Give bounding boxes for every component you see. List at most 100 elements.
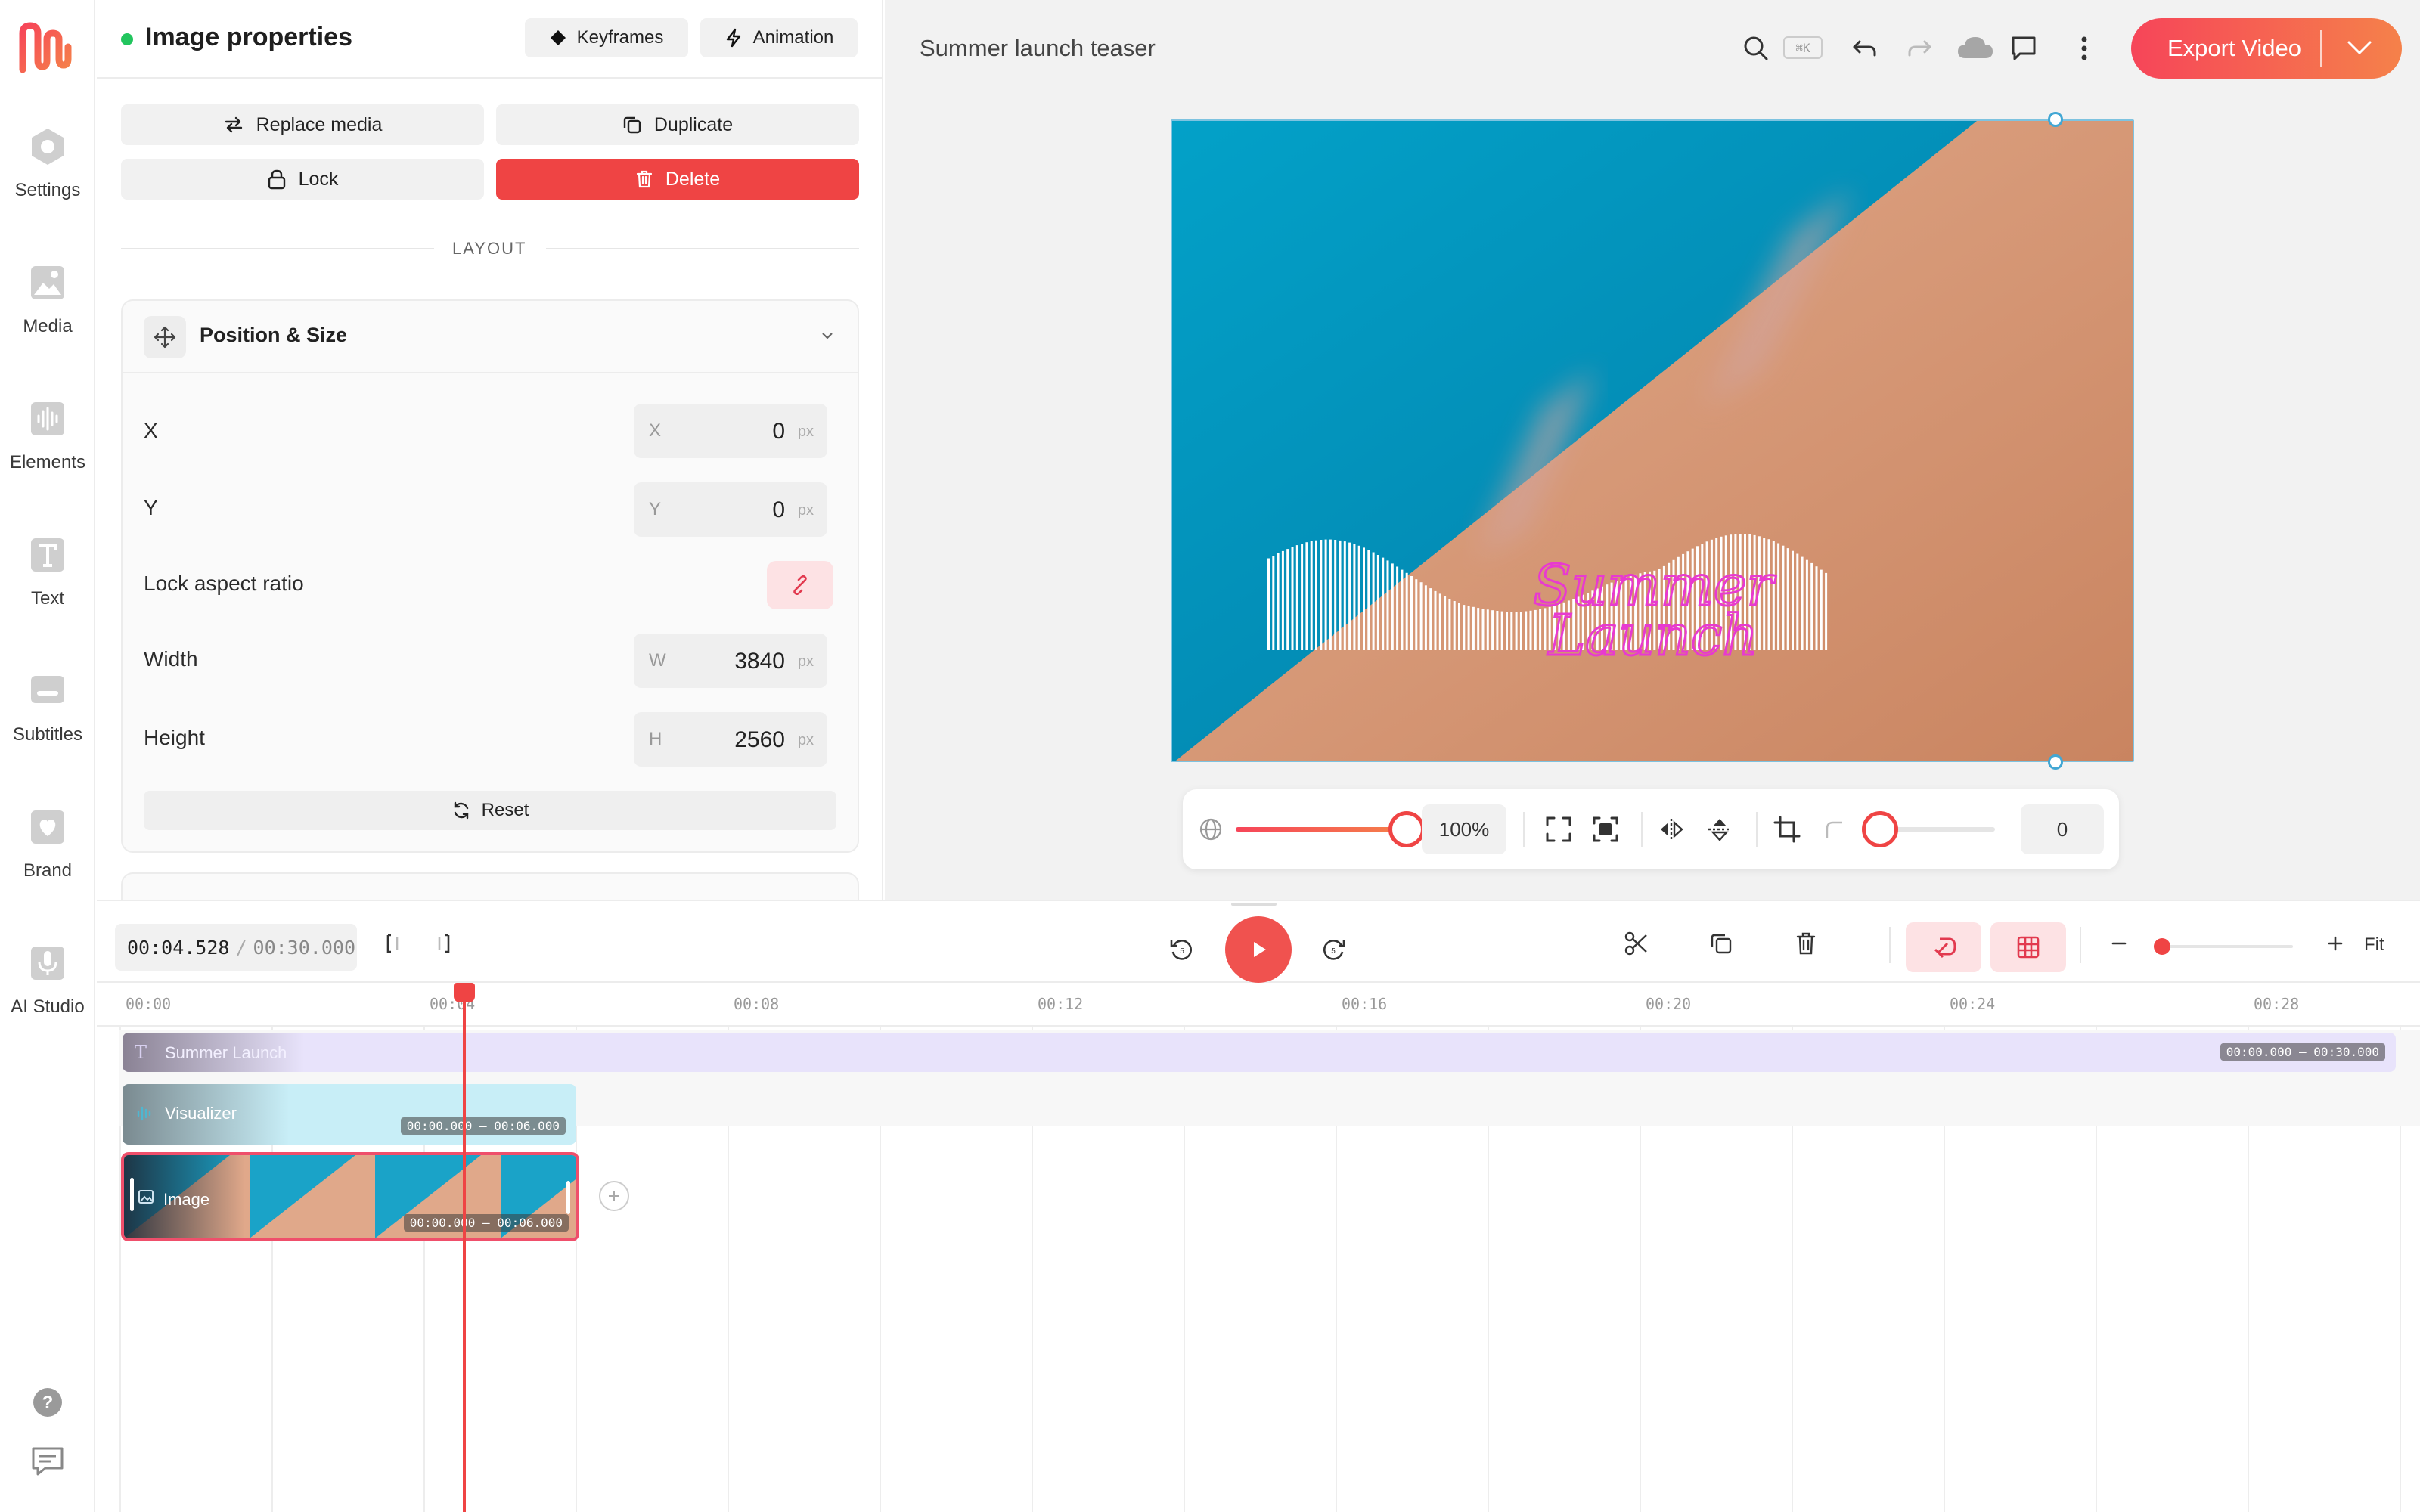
export-label: Export Video	[2167, 35, 2301, 61]
sidebar-item-elements[interactable]: Elements	[0, 399, 95, 513]
delete-button[interactable]: Delete	[496, 159, 859, 200]
rotation-slider-thumb[interactable]	[1862, 811, 1898, 847]
total-time: 00:30.000	[253, 936, 355, 959]
status-dot	[121, 33, 133, 45]
play-button[interactable]	[1225, 916, 1292, 983]
sidebar-item-brand[interactable]: Brand	[0, 807, 95, 921]
svg-text:5: 5	[1331, 947, 1336, 956]
time-separator: /	[235, 936, 247, 959]
visualizer-bar	[1310, 541, 1313, 650]
sidebar-item-ai-studio[interactable]: AI Studio	[0, 943, 95, 1057]
trim-start-icon[interactable]	[377, 925, 413, 962]
reset-label: Reset	[481, 800, 529, 820]
width-input[interactable]: W 3840 px	[634, 634, 827, 688]
visualizer-bar	[1792, 550, 1794, 650]
chevron-down-icon[interactable]	[2344, 35, 2375, 68]
rewind-icon[interactable]: 5	[1163, 931, 1199, 968]
lock-aspect-toggle[interactable]	[767, 561, 833, 609]
keyframes-button[interactable]: Keyframes	[525, 18, 688, 57]
zoom-in-icon[interactable]	[2317, 925, 2353, 962]
trash-icon[interactable]	[1788, 925, 1824, 962]
visualizer-bar	[1343, 541, 1346, 650]
plus-icon	[609, 1191, 619, 1201]
visualizer-bar	[1382, 557, 1385, 650]
lightning-icon	[726, 28, 740, 48]
rotate-icon[interactable]	[1823, 818, 1845, 844]
duplicate-button[interactable]: Duplicate	[496, 104, 859, 145]
playhead[interactable]	[454, 983, 475, 1512]
lock-icon	[268, 169, 285, 190]
trim-handle-left[interactable]	[130, 1178, 134, 1211]
visualizer-bar	[1815, 566, 1818, 650]
replace-media-button[interactable]: Replace media	[121, 104, 484, 145]
trim-end-icon[interactable]	[424, 925, 460, 962]
zoom-value[interactable]: 100%	[1422, 804, 1506, 854]
timeline-zoom-slider[interactable]	[2154, 938, 2293, 955]
visualizer-bar	[1467, 606, 1470, 650]
height-input[interactable]: H 2560 px	[634, 712, 827, 767]
app-logo[interactable]	[15, 17, 79, 80]
forward-icon[interactable]: 5	[1316, 931, 1352, 968]
cloud-icon[interactable]	[1954, 33, 1996, 64]
visualizer-bar	[1458, 603, 1460, 650]
rotation-slider-track[interactable]	[1862, 811, 1995, 847]
sidebar-item-settings[interactable]: Settings	[0, 127, 95, 240]
magnet-snap-toggle[interactable]	[1906, 922, 1981, 972]
trim-handle-right[interactable]	[566, 1181, 570, 1214]
zoom-out-icon[interactable]	[2101, 925, 2137, 962]
copy-icon[interactable]	[1703, 925, 1739, 962]
flip-horizontal-icon[interactable]	[1658, 816, 1685, 846]
timeline-zoom-thumb[interactable]	[2154, 938, 2170, 955]
search-icon[interactable]	[1741, 33, 1771, 64]
resize-handle-bottom-left[interactable]	[2048, 754, 2063, 770]
help-icon[interactable]: ?	[32, 1387, 64, 1422]
position-size-header[interactable]: Position & Size	[123, 301, 858, 373]
animation-button[interactable]: Animation	[700, 18, 858, 57]
export-video-button[interactable]: Export Video	[2131, 18, 2402, 79]
fullscreen-icon[interactable]	[1544, 815, 1573, 847]
text-icon	[28, 535, 67, 575]
lock-button[interactable]: Lock	[121, 159, 484, 200]
ruler-tick: 00:20	[1646, 995, 1692, 1013]
more-options-icon[interactable]	[2069, 33, 2099, 64]
visualizer-bar	[1825, 572, 1828, 650]
y-label: Y	[144, 496, 158, 519]
resize-handle-top-left[interactable]	[2048, 112, 2063, 127]
sidebar-item-label: Text	[30, 588, 64, 609]
x-input[interactable]: X 0 px	[634, 404, 827, 458]
visualizer-bar	[1481, 609, 1485, 650]
scissors-icon[interactable]	[1618, 925, 1655, 962]
sidebar-item-media[interactable]: Media	[0, 263, 95, 376]
project-title[interactable]: Summer launch teaser	[920, 35, 1156, 62]
zoom-slider-track[interactable]	[1236, 811, 1425, 847]
x-unit: px	[797, 423, 814, 440]
feedback-icon[interactable]	[30, 1445, 65, 1481]
time-display: 00:04.528 / 00:30.000	[115, 924, 357, 971]
position-size-card: Position & Size X X 0 px Y Y 0 px Lock a…	[121, 299, 859, 853]
redo-icon[interactable]	[1904, 33, 1934, 64]
globe-icon[interactable]	[1198, 816, 1224, 846]
chevron-down-icon[interactable]	[818, 327, 836, 349]
image-icon	[138, 1188, 154, 1209]
y-input[interactable]: Y 0 px	[634, 482, 827, 537]
add-clip-button[interactable]	[599, 1181, 629, 1211]
visualizer-clip[interactable]: Visualizer 00:00.000 – 00:06.000	[123, 1084, 576, 1145]
reset-button[interactable]: Reset	[144, 791, 836, 830]
rotation-value[interactable]: 0	[2021, 804, 2104, 854]
fit-button[interactable]: Fit	[2364, 934, 2384, 956]
grid-icon	[2017, 936, 2040, 959]
sidebar-item-subtitles[interactable]: Subtitles	[0, 671, 95, 785]
sidebar-item-text[interactable]: Text	[0, 535, 95, 649]
comment-icon[interactable]	[2009, 33, 2039, 64]
zoom-slider-thumb[interactable]	[1388, 811, 1425, 847]
video-canvas[interactable]: Summer Launch	[1171, 119, 2134, 762]
crop-icon[interactable]	[1773, 815, 1801, 847]
lock-aspect-label: Lock aspect ratio	[144, 572, 304, 595]
undo-icon[interactable]	[1850, 33, 1880, 64]
copy-icon	[623, 116, 641, 134]
flip-vertical-icon[interactable]	[1706, 816, 1733, 846]
image-clip[interactable]: Image 00:00.000 – 00:06.000	[121, 1152, 579, 1241]
playhead-knob[interactable]	[454, 983, 475, 1002]
fit-screen-icon[interactable]	[1591, 815, 1620, 847]
grid-toggle[interactable]	[1990, 922, 2066, 972]
